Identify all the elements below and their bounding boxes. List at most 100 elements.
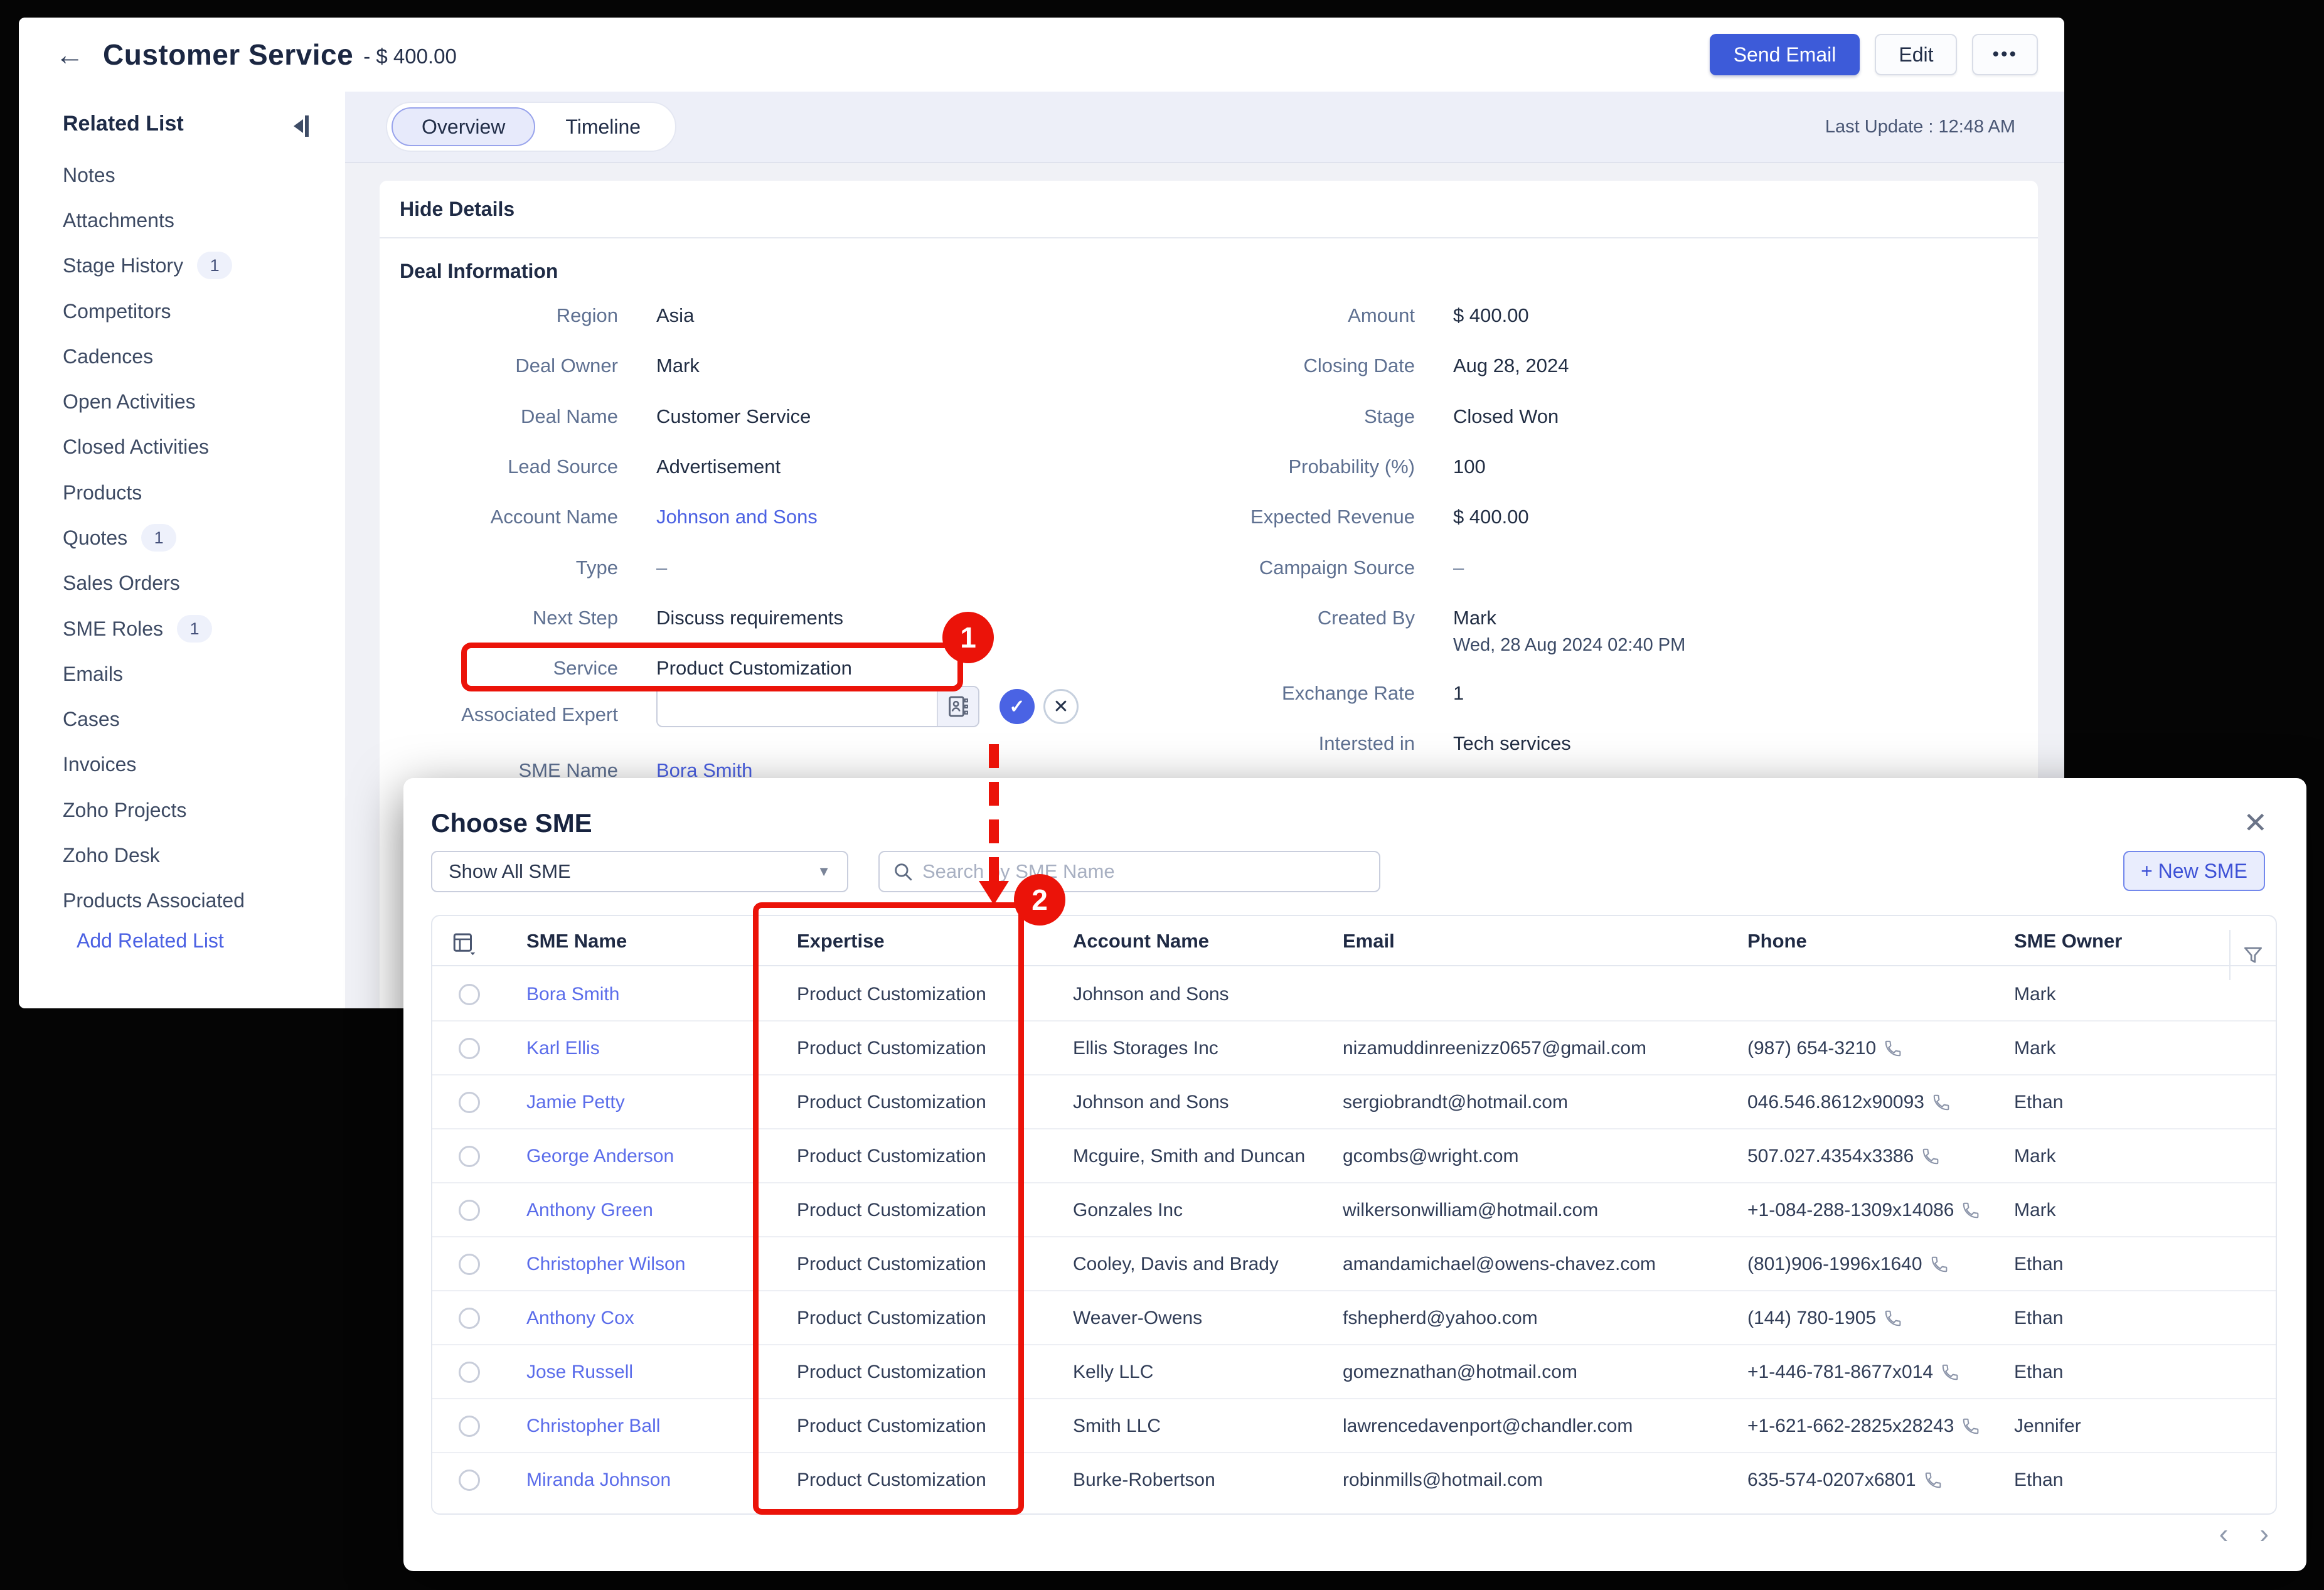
sidebar-item-cases[interactable]: Cases (63, 705, 120, 733)
sme-link[interactable]: Jose Russell (526, 1362, 633, 1383)
phone-icon (1941, 1363, 1959, 1382)
sme-search-input[interactable]: Search by SME Name (878, 851, 1380, 892)
phone-icon (1884, 1039, 1902, 1058)
choose-sme-modal: Choose SME ✕ Show All SME ▼ Search by SM… (403, 778, 2306, 1571)
add-related-list-link[interactable]: Add Related List (77, 929, 224, 952)
table-row[interactable]: George Anderson Product Customization Mc… (432, 1129, 2276, 1183)
search-icon (892, 861, 914, 882)
sidebar-item-competitors[interactable]: Competitors (63, 297, 171, 325)
annotation-dashed-arrow (989, 744, 999, 886)
table-header-row: SME Name Expertise Account Name Email Ph… (432, 916, 2276, 966)
sme-link[interactable]: Anthony Cox (526, 1308, 634, 1329)
collapse-sidebar-icon[interactable] (294, 115, 309, 137)
row-radio[interactable] (459, 1092, 480, 1113)
sidebar-item-attachments[interactable]: Attachments (63, 206, 174, 234)
sme-link[interactable]: Anthony Green (526, 1200, 653, 1221)
phone-icon (1932, 1093, 1951, 1112)
sme-link[interactable]: George Anderson (526, 1146, 674, 1167)
sidebar-item-invoices[interactable]: Invoices (63, 750, 136, 778)
view-tabs: Overview Timeline (386, 102, 676, 152)
field-created-by: Created ByMark (380, 604, 1496, 632)
hide-details-toggle[interactable]: Hide Details (380, 181, 2038, 238)
table-row[interactable]: Christopher Ball Product Customization S… (432, 1399, 2276, 1453)
table-row[interactable]: Anthony Cox Product Customization Weaver… (432, 1291, 2276, 1345)
table-row[interactable]: Christopher Wilson Product Customization… (432, 1237, 2276, 1291)
sidebar-item-emails[interactable]: Emails (63, 660, 123, 688)
phone-icon (1961, 1417, 1980, 1436)
sidebar-item-open-activities[interactable]: Open Activities (63, 388, 196, 415)
row-radio[interactable] (459, 1146, 480, 1167)
more-options-button[interactable]: ••• (1972, 34, 2038, 75)
sidebar-item-sales-orders[interactable]: Sales Orders (63, 569, 180, 597)
sidebar-item-cadences[interactable]: Cadences (63, 343, 153, 370)
annotation-step-1-badge: 1 (942, 612, 994, 663)
phone-icon (1921, 1147, 1940, 1166)
table-row[interactable]: Bora Smith Product Customization Johnson… (432, 968, 2276, 1022)
modal-title: Choose SME (431, 808, 592, 838)
sidebar-item-products[interactable]: Products (63, 479, 142, 506)
sidebar-item-zoho-projects[interactable]: Zoho Projects (63, 796, 186, 824)
deal-amount-subtitle: - $ 400.00 (363, 41, 457, 68)
sidebar-item-closed-activities[interactable]: Closed Activities (63, 433, 209, 461)
sme-link[interactable]: Bora Smith (526, 984, 619, 1005)
phone-icon (1884, 1309, 1902, 1328)
column-chooser-icon[interactable] (451, 930, 477, 956)
table-row[interactable]: Anthony Green Product Customization Gonz… (432, 1183, 2276, 1237)
search-placeholder: Search by SME Name (922, 860, 1115, 883)
sidebar-title: Related List (63, 112, 184, 136)
sme-link[interactable]: Christopher Ball (526, 1416, 660, 1437)
sme-table: SME Name Expertise Account Name Email Ph… (431, 915, 2277, 1515)
row-radio[interactable] (459, 1038, 480, 1059)
header-actions: Send Email Edit ••• (1710, 34, 2038, 75)
app-header: ← Customer Service - $ 400.00 Send Email… (19, 18, 2064, 92)
row-radio[interactable] (459, 1470, 480, 1491)
tab-timeline[interactable]: Timeline (535, 107, 671, 146)
table-row[interactable]: Jamie Petty Product Customization Johnso… (432, 1075, 2276, 1129)
phone-icon (1961, 1201, 1980, 1220)
prev-page-icon[interactable]: ‹ (2219, 1518, 2229, 1550)
phone-icon (1924, 1471, 1943, 1490)
edit-button[interactable]: Edit (1875, 34, 1957, 75)
tab-bar: Overview Timeline Last Update : 12:48 AM (345, 92, 2064, 163)
sme-link[interactable]: Miranda Johnson (526, 1470, 671, 1491)
related-list-sidebar: Related List Notes Attachments Stage His… (19, 92, 345, 1008)
sidebar-item-quotes[interactable]: Quotes1 (63, 524, 176, 552)
sme-link[interactable]: Christopher Wilson (526, 1254, 685, 1275)
sidebar-item-zoho-desk[interactable]: Zoho Desk (63, 841, 160, 869)
table-row[interactable]: Miranda Johnson Product Customization Bu… (432, 1453, 2276, 1507)
sme-filter-dropdown[interactable]: Show All SME ▼ (431, 851, 848, 892)
next-page-icon[interactable]: › (2259, 1518, 2269, 1550)
sidebar-item-products-associated[interactable]: Products Associated (63, 887, 245, 914)
field-probability: Probability (%)100 (380, 452, 1486, 481)
sme-link[interactable]: Jamie Petty (526, 1092, 625, 1113)
row-radio[interactable] (459, 984, 480, 1005)
close-icon[interactable]: ✕ (2243, 806, 2268, 840)
field-closing-date: Closing DateAug 28, 2024 (380, 351, 1569, 380)
annotation-box-service (461, 643, 963, 691)
field-expected-revenue: Expected Revenue$ 400.00 (380, 503, 1529, 531)
row-radio[interactable] (459, 1254, 480, 1275)
chevron-down-icon: ▼ (817, 863, 831, 880)
table-row[interactable]: Jose Russell Product Customization Kelly… (432, 1345, 2276, 1399)
sme-link[interactable]: Karl Ellis (526, 1038, 600, 1059)
send-email-button[interactable]: Send Email (1710, 34, 1860, 75)
count-badge: 1 (177, 615, 212, 643)
sidebar-item-sme-roles[interactable]: SME Roles1 (63, 615, 212, 643)
table-row[interactable]: Karl Ellis Product Customization Ellis S… (432, 1022, 2276, 1075)
tab-overview[interactable]: Overview (392, 107, 535, 146)
row-radio[interactable] (459, 1362, 480, 1383)
sidebar-item-notes[interactable]: Notes (63, 161, 115, 189)
pagination: ‹ › (2219, 1518, 2269, 1550)
last-update-text: Last Update : 12:48 AM (1825, 92, 2015, 162)
deal-information-title: Deal Information (400, 260, 558, 283)
new-sme-button[interactable]: + New SME (2123, 851, 2265, 891)
count-badge: 1 (141, 524, 176, 552)
screenshot-stage: ← Customer Service - $ 400.00 Send Email… (0, 0, 2324, 1590)
row-radio[interactable] (459, 1308, 480, 1329)
deal-title: Customer Service (103, 38, 353, 72)
row-radio[interactable] (459, 1416, 480, 1437)
back-arrow-icon[interactable]: ← (55, 40, 84, 69)
field-campaign-source: Campaign Source– (380, 553, 1464, 582)
row-radio[interactable] (459, 1200, 480, 1221)
sidebar-item-stage-history[interactable]: Stage History1 (63, 252, 232, 279)
